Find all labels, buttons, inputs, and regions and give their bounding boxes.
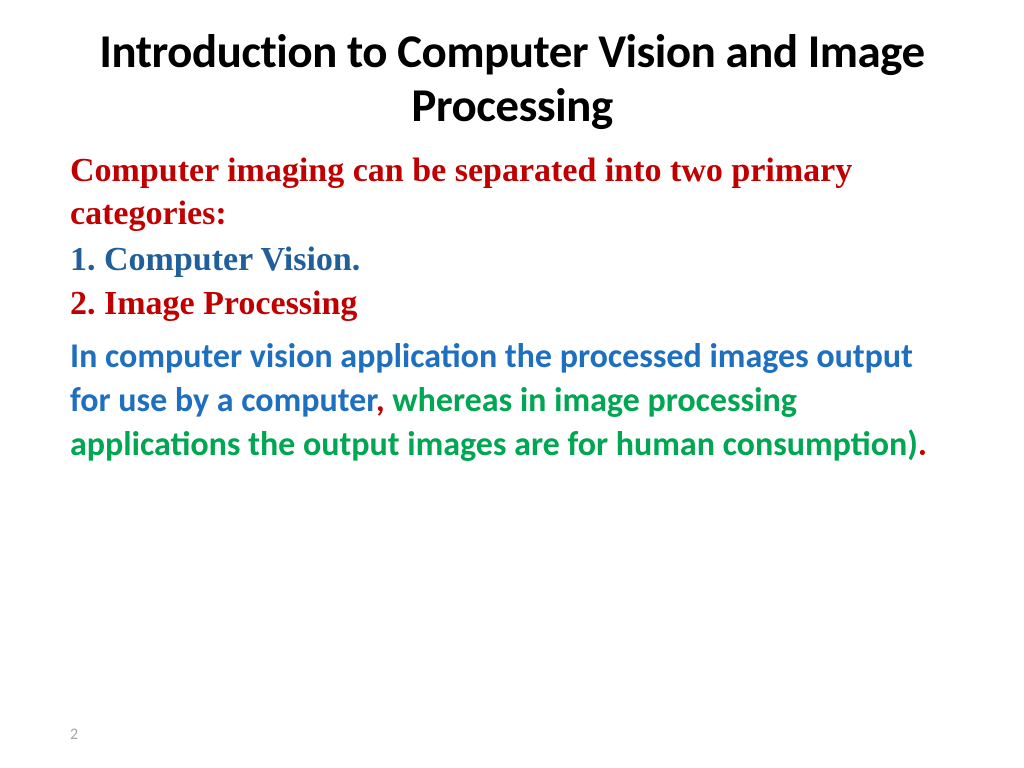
- slide-container: Introduction to Computer Vision and Imag…: [0, 0, 1024, 468]
- explanation-comma: ,: [376, 380, 392, 421]
- slide-title: Introduction to Computer Vision and Imag…: [70, 24, 954, 132]
- list-item-computer-vision: 1. Computer Vision.: [70, 241, 954, 279]
- intro-text: Computer imaging can be separated into t…: [70, 150, 954, 235]
- page-number: 2: [70, 725, 78, 744]
- explanation-text: In computer vision application the proce…: [70, 335, 954, 468]
- list-item-image-processing: 2. Image Processing: [70, 285, 954, 323]
- explanation-period: .: [918, 424, 927, 465]
